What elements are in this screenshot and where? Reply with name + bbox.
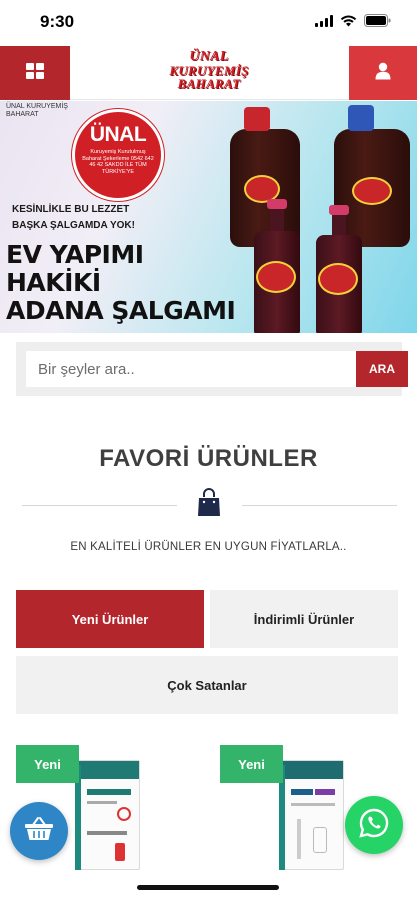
tab-discounted-products[interactable]: İndirimli Ürünler bbox=[210, 590, 398, 648]
promo-banner[interactable]: ÜNAL KURUYEMİŞ BAHARAT ÜNAL Kuruyemiş Ku… bbox=[0, 101, 417, 333]
status-bar: 9:30 bbox=[0, 0, 417, 46]
banner-logo-name: ÜNAL bbox=[89, 123, 147, 146]
status-time: 9:30 bbox=[40, 12, 75, 31]
shopping-bag-icon bbox=[197, 487, 221, 517]
banner-small-brand: ÜNAL KURUYEMİŞ BAHARAT bbox=[6, 103, 68, 118]
banner-headline-3: ADANA ŞALGAMI bbox=[6, 296, 236, 325]
banner-logo: ÜNAL Kuruyemiş Kurutulmuş Baharat Şekerl… bbox=[72, 109, 164, 201]
product-image bbox=[75, 760, 140, 870]
banner-logo-sub: Kuruyemiş Kurutulmuş Baharat Şekerleme 0… bbox=[82, 149, 154, 175]
logo-line-1: ÜNAL bbox=[189, 49, 229, 64]
divider-right bbox=[242, 505, 397, 506]
brand-logo[interactable]: ÜNAL KURUYEMİŞ BAHARAT bbox=[162, 50, 256, 96]
cart-button[interactable] bbox=[10, 802, 68, 860]
search-input[interactable] bbox=[26, 351, 356, 387]
banner-tagline-1: KESİNLİKLE BU LEZZET bbox=[12, 204, 130, 215]
logo-line-3: BAHARAT bbox=[177, 76, 241, 91]
divider-left bbox=[22, 505, 177, 506]
menu-button[interactable] bbox=[0, 46, 70, 100]
banner-headline-2: HAKİKİ bbox=[6, 268, 101, 297]
app-header: ÜNAL KURUYEMİŞ BAHARAT bbox=[0, 46, 417, 100]
basket-icon bbox=[24, 816, 54, 847]
search-bar: ARA bbox=[16, 342, 408, 396]
signal-icon bbox=[315, 14, 333, 27]
new-badge: Yeni bbox=[16, 745, 79, 783]
whatsapp-button[interactable] bbox=[345, 796, 403, 854]
battery-icon bbox=[364, 14, 391, 27]
app-screen: 9:30 ÜNAL KURUYEMİŞ BAHARAT ÜNAL KURUYEM… bbox=[0, 0, 417, 900]
status-icons bbox=[315, 14, 391, 27]
user-account-button[interactable] bbox=[349, 46, 417, 100]
search-button[interactable]: ARA bbox=[356, 351, 408, 387]
banner-headline: EV YAPIMI HAKİKİ ADANA ŞALGAMI bbox=[6, 240, 236, 325]
section-subtitle: EN KALİTELİ ÜRÜNLER EN UYGUN FİYATLARLA.… bbox=[70, 541, 347, 553]
wifi-icon bbox=[340, 15, 357, 27]
section-title: FAVORİ ÜRÜNLER bbox=[99, 445, 318, 472]
tab-best-sellers[interactable]: Çok Satanlar bbox=[16, 656, 398, 714]
new-badge: Yeni bbox=[220, 745, 283, 783]
banner-tagline-2: BAŞKA ŞALGAMDA YOK! bbox=[12, 220, 135, 231]
tab-new-products[interactable]: Yeni Ürünler bbox=[16, 590, 204, 648]
whatsapp-icon bbox=[358, 807, 390, 844]
home-indicator bbox=[137, 885, 279, 890]
user-icon bbox=[375, 62, 391, 85]
banner-headline-1: EV YAPIMI bbox=[6, 240, 144, 269]
product-image bbox=[279, 760, 344, 870]
grid-icon bbox=[25, 62, 45, 85]
